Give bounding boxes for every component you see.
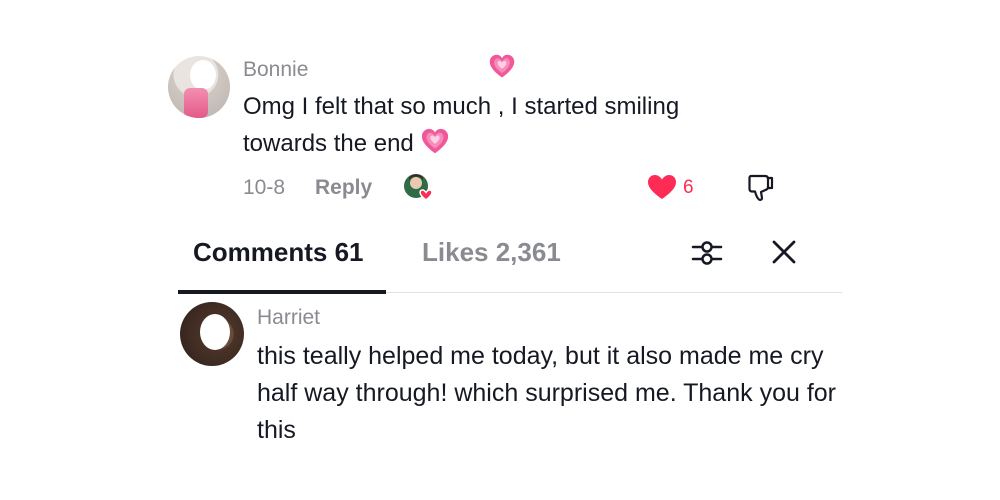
avatar[interactable] <box>168 56 230 118</box>
tab-likes[interactable]: Likes 2,361 <box>422 237 561 268</box>
avatar[interactable] <box>180 302 244 366</box>
filter-icon[interactable] <box>690 236 724 270</box>
thumbs-down-icon[interactable] <box>746 172 776 202</box>
close-icon[interactable] <box>770 238 798 266</box>
comment-username[interactable]: Bonnie <box>243 58 308 82</box>
heart-emoji-icon <box>421 128 448 154</box>
avatar-face-blur <box>200 314 230 350</box>
comment-text: Omg I felt that so much , I started smil… <box>243 88 763 162</box>
comment-date: 10-8 <box>243 176 286 199</box>
heart-emoji-icon <box>489 54 515 78</box>
heart-icon[interactable] <box>647 174 677 200</box>
creator-avatar-icon <box>404 174 433 201</box>
like-count: 6 <box>683 177 694 198</box>
comment-text-body: Omg I felt that so much , I started smil… <box>243 93 680 157</box>
avatar-face-blur <box>190 60 216 90</box>
reply-button[interactable]: Reply <box>315 176 372 200</box>
active-tab-indicator <box>178 290 386 294</box>
comment-text: this teally helped me today, but it also… <box>257 342 836 444</box>
comment-username[interactable]: Harriet <box>257 306 320 330</box>
tab-comments[interactable]: Comments 61 <box>193 237 364 268</box>
avatar-detail <box>184 88 208 118</box>
